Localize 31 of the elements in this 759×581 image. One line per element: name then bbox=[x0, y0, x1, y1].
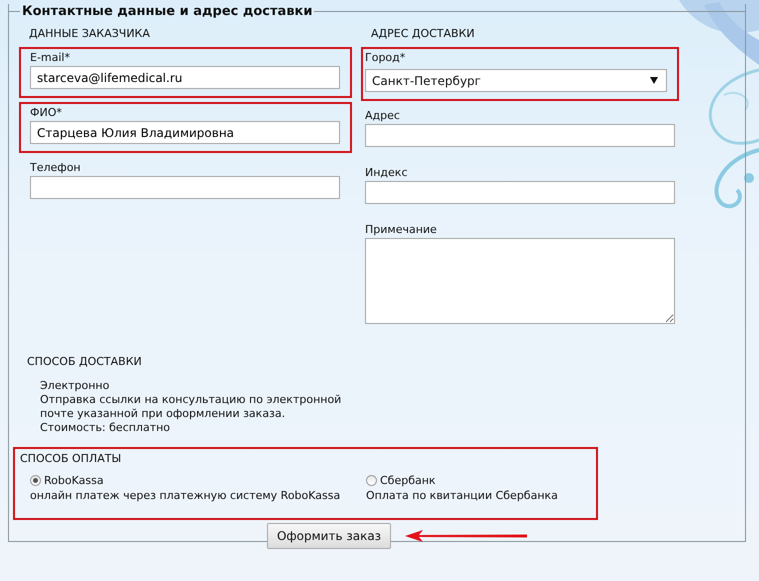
delivery-text: Отправка ссылки на консультацию по электронной bbox=[40, 393, 342, 407]
option-label: RoboKassa bbox=[44, 474, 104, 487]
section-heading: АДРЕС ДОСТАВКИ bbox=[371, 27, 476, 41]
field-label: Индекс bbox=[365, 166, 408, 180]
radio-button[interactable] bbox=[30, 475, 41, 486]
radio-button[interactable] bbox=[366, 475, 377, 486]
form-legend: Контактные данные и адрес доставки bbox=[20, 4, 314, 18]
field-label: E-mail* bbox=[30, 51, 71, 65]
submit-button[interactable]: Оформить заказ bbox=[266, 523, 392, 549]
input-field[interactable]: starceva@lifemedical.ru bbox=[30, 66, 340, 89]
caret-icon bbox=[650, 77, 658, 84]
city-dropdown[interactable]: Санкт-Петербург bbox=[365, 69, 667, 92]
field-label: Адрес bbox=[365, 109, 401, 123]
field-label: Примечание bbox=[365, 223, 438, 237]
note-field[interactable] bbox=[365, 238, 675, 324]
field-label: ФИО* bbox=[30, 106, 63, 120]
section-heading: СПОСОБ ДОСТАВКИ bbox=[27, 355, 143, 369]
input-field[interactable] bbox=[30, 176, 340, 199]
option-description: Оплата по квитанции Сбербанка bbox=[366, 489, 559, 502]
input-field[interactable]: Старцева Юлия Владимировна bbox=[30, 121, 340, 144]
section-heading: ДАННЫЕ ЗАКАЗЧИКА bbox=[29, 27, 151, 41]
input-field[interactable] bbox=[365, 124, 675, 147]
section-heading: СПОСОБ ОПЛАТЫ bbox=[20, 452, 122, 466]
delivery-text: Электронно bbox=[40, 379, 110, 393]
delivery-text: почте указанной при оформлении заказа. bbox=[40, 407, 286, 421]
field-label: Город* bbox=[365, 51, 406, 65]
input-field[interactable] bbox=[365, 181, 675, 204]
option-description: онлайн платеж через платежную систему RoboKassa bbox=[30, 489, 342, 502]
option-label: Сбербанк bbox=[380, 474, 436, 487]
field-label: Телефон bbox=[30, 161, 82, 175]
delivery-text: Стоимость: бесплатно bbox=[40, 421, 172, 435]
